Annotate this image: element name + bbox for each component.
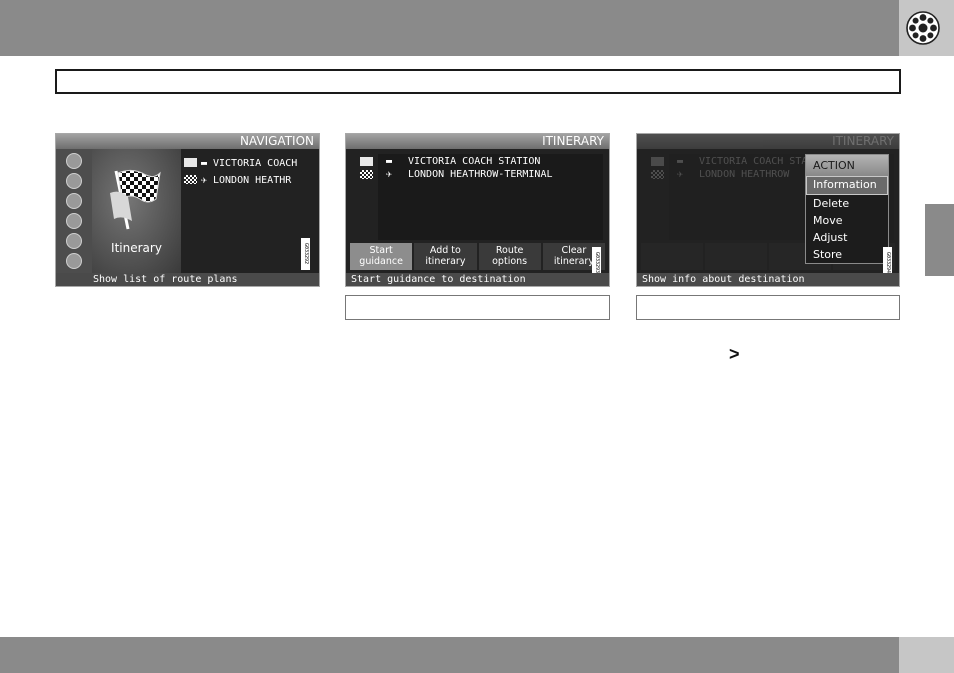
stop-label: LONDON HEATHROW (699, 169, 790, 180)
chapter-tab (925, 204, 954, 276)
menu-item-store[interactable]: Store (806, 246, 888, 263)
menu-item-information[interactable]: Information (806, 176, 888, 195)
caption-box (636, 295, 900, 320)
start-marker-icon (184, 158, 197, 167)
finish-marker-icon (651, 170, 664, 179)
softkey-bar: Start guidance Add to itinerary Route op… (350, 243, 605, 270)
status-bar: Show info about destination (637, 273, 899, 286)
route-icon[interactable] (66, 213, 82, 229)
bus-icon: ▬ (677, 156, 684, 167)
image-code: G033292 (301, 238, 310, 270)
continued-marker: > (729, 344, 740, 364)
stop-label: VICTORIA COACH STATION (408, 156, 541, 167)
list-item[interactable]: ✈ LONDON HEATHROW-TERMINAL (386, 168, 553, 181)
route-options-button[interactable]: Route options (478, 243, 541, 270)
add-to-itinerary-button[interactable]: Add to itinerary (414, 243, 477, 270)
menu-icon-rail (56, 149, 92, 273)
steering-wheel-icon (906, 11, 940, 45)
itinerary-action-screenshot: ITINERARY ▬ VICTORIA COACH STATION ✈ LONDO… (636, 133, 900, 287)
start-marker-icon (651, 157, 664, 166)
section-title-box (55, 69, 901, 94)
menu-item-delete[interactable]: Delete (806, 195, 888, 212)
itinerary-screenshot: ITINERARY ▬ VICTORIA COACH STATION ✈ LONDO… (345, 133, 610, 287)
start-marker-icon (360, 157, 373, 166)
footer-band (0, 637, 899, 673)
finish-marker-icon (184, 175, 197, 184)
stop-label: LONDON HEATHROW-TERMINAL (408, 169, 553, 180)
itinerary-menu-option[interactable]: Itinerary (92, 149, 181, 273)
screen-title: NAVIGATION (56, 134, 319, 149)
menu-item-adjust[interactable]: Adjust (806, 229, 888, 246)
plan-label: VICTORIA COACH (213, 158, 298, 169)
bus-icon: ▬ (386, 156, 393, 167)
softkey (641, 243, 703, 270)
home-icon[interactable] (66, 173, 82, 189)
navigation-menu-screenshot: NAVIGATION Itinerary ▬ VICTORIA COACH ✈ LO… (55, 133, 320, 287)
list-item[interactable]: ▬ VICTORIA COACH STATION (386, 155, 540, 168)
popup-title: ACTION (806, 155, 888, 176)
power-icon[interactable] (66, 253, 82, 269)
checkered-flag-icon (110, 169, 161, 230)
status-bar: Show list of route plans (56, 273, 319, 286)
finish-marker-icon (360, 170, 373, 179)
action-popup-menu: ACTION Information Delete Move Adjust St… (805, 154, 889, 264)
menu-item-move[interactable]: Move (806, 212, 888, 229)
airplane-icon: ✈ (386, 169, 393, 180)
airplane-icon: ✈ (677, 169, 684, 180)
page-number-box (899, 637, 954, 673)
settings-icon[interactable] (66, 233, 82, 249)
list-item: ✈ LONDON HEATHROW (677, 168, 789, 181)
caption-box (345, 295, 610, 320)
status-bar: Start guidance to destination (346, 273, 609, 286)
header-band (0, 0, 899, 56)
screen-title: ITINERARY (346, 134, 609, 149)
softkey (705, 243, 767, 270)
map-icon[interactable] (66, 153, 82, 169)
start-guidance-button[interactable]: Start guidance (350, 243, 413, 270)
screen-title: ITINERARY (637, 134, 899, 149)
poi-icon[interactable] (66, 193, 82, 209)
focus-label: Itinerary (111, 241, 162, 255)
